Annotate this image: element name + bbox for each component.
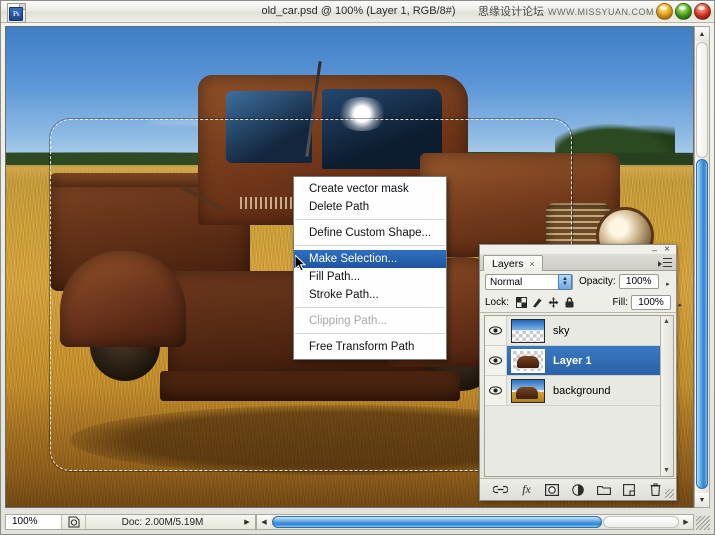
new-adjustment-layer-icon[interactable] [570, 483, 586, 497]
panel-minimize-button[interactable]: – [652, 246, 657, 254]
lock-label: Lock: [485, 297, 509, 308]
menu-item-define-custom-shape[interactable]: Define Custom Shape... [294, 224, 446, 242]
path-context-menu[interactable]: Create vector mask Delete Path Define Cu… [293, 176, 447, 360]
opacity-label: Opacity: [579, 276, 616, 287]
layer-thumbnail[interactable] [511, 379, 545, 403]
panel-tab-bar: Layers × [480, 254, 676, 271]
layers-list-scrollbar[interactable]: ▲ ▼ [660, 316, 673, 476]
photoshop-document-window: Ps old_car.psd @ 100% (Layer 1, RGB/8#) … [0, 0, 715, 535]
layer-thumbnail[interactable] [511, 349, 545, 373]
blend-mode-spinner-icon[interactable]: ▲▼ [558, 274, 572, 290]
title-bar[interactable]: Ps old_car.psd @ 100% (Layer 1, RGB/8#) … [1, 1, 715, 23]
window-resize-grip[interactable] [696, 516, 710, 530]
layers-list[interactable]: sky Layer 1 background ▲ ▼ [484, 315, 674, 477]
blend-opacity-row: Normal ▲▼ Opacity: 100% ▸ [480, 271, 676, 292]
menu-separator [295, 219, 445, 221]
layer-name[interactable]: background [553, 385, 611, 397]
blend-mode-value: Normal [490, 277, 522, 288]
window-controls [656, 2, 710, 22]
layers-panel[interactable]: – × Layers× Normal ▲▼ Opacity: 100% ▸ [479, 244, 677, 501]
tab-layers[interactable]: Layers × [483, 255, 543, 271]
document-preview-icon[interactable] [62, 515, 86, 529]
opacity-value: 100% [626, 276, 652, 287]
menu-item-create-vector-mask[interactable]: Create vector mask [294, 180, 446, 198]
opacity-slider-arrow-icon[interactable]: ▸ [666, 278, 670, 292]
running-board [160, 371, 460, 401]
mouse-cursor [295, 255, 307, 273]
scroll-right-icon[interactable]: ▶ [679, 515, 693, 529]
new-layer-icon[interactable] [621, 483, 637, 497]
layer-name[interactable]: Layer 1 [553, 355, 592, 367]
scroll-down-icon[interactable]: ▼ [695, 493, 709, 507]
scroll-left-icon[interactable]: ◀ [257, 515, 271, 529]
menu-item-stroke-path[interactable]: Stroke Path... [294, 286, 446, 304]
panel-menu-icon[interactable] [658, 258, 672, 269]
menu-separator [295, 307, 445, 309]
tab-layers-label: Layers [492, 258, 524, 270]
tab-close-icon[interactable]: × [530, 259, 535, 269]
eye-icon [489, 386, 502, 395]
panel-menu-triangle [658, 261, 662, 267]
layer-visibility-toggle[interactable] [485, 316, 507, 345]
zoom-level-input[interactable]: 100% [6, 515, 62, 529]
layer-thumbnail[interactable] [511, 319, 545, 343]
status-overflow-arrow-icon[interactable]: ▶ [239, 518, 255, 526]
vertical-scroll-track[interactable] [696, 42, 708, 158]
list-item[interactable]: Layer 1 [485, 346, 673, 376]
layer-visibility-toggle[interactable] [485, 346, 507, 375]
scroll-up-icon[interactable]: ▲ [663, 318, 670, 325]
fill-slider-arrow-icon[interactable]: ▸ [678, 299, 682, 313]
status-bar: 100% Doc: 2.00M/5.19M ▶ [5, 514, 256, 530]
blend-mode-dropdown[interactable]: Normal ▲▼ [485, 274, 573, 290]
vertical-scroll-thumb[interactable] [696, 159, 708, 489]
menu-item-fill-path[interactable]: Fill Path... [294, 268, 446, 286]
document-info: Doc: 2.00M/5.19M [86, 517, 239, 528]
horizontal-scroll-thumb[interactable] [272, 516, 602, 528]
list-item[interactable]: background [485, 376, 673, 406]
scroll-up-icon[interactable]: ▲ [695, 27, 709, 41]
fill-input[interactable]: 100% ▸ [631, 295, 671, 310]
menu-item-clipping-path: Clipping Path... [294, 312, 446, 330]
rear-window [226, 91, 312, 163]
add-layer-style-icon[interactable]: fx [519, 483, 535, 497]
layer-name[interactable]: sky [553, 325, 570, 337]
close-button[interactable] [694, 3, 711, 20]
watermark-url-text: WWW.MISSYUAN.COM [548, 7, 654, 17]
menu-item-free-transform-path[interactable]: Free Transform Path [294, 338, 446, 356]
menu-separator [295, 245, 445, 247]
lock-fill-row: Lock: Fill: 100% ▸ [480, 292, 676, 313]
layer-visibility-toggle[interactable] [485, 376, 507, 405]
minimize-button[interactable] [656, 3, 673, 20]
fill-label: Fill: [612, 297, 628, 308]
horizontal-scroll-track[interactable] [603, 516, 679, 528]
panel-resize-grip[interactable] [665, 489, 674, 498]
lock-position-icon[interactable] [548, 297, 559, 308]
delete-layer-icon[interactable] [647, 483, 663, 497]
menu-separator [295, 333, 445, 335]
new-group-icon[interactable] [596, 483, 612, 497]
watermark: 思缘设计论坛 WWW.MISSYUAN.COM [478, 4, 654, 20]
add-layer-mask-icon[interactable] [544, 483, 560, 497]
lock-all-icon[interactable] [564, 297, 575, 308]
eye-icon [489, 356, 502, 365]
menu-item-make-selection[interactable]: Make Selection... [294, 250, 446, 268]
menu-item-delete-path[interactable]: Delete Path [294, 198, 446, 216]
vertical-scrollbar[interactable]: ▲ ▼ [694, 26, 710, 508]
lock-transparency-icon[interactable] [516, 297, 527, 308]
eye-icon [489, 326, 502, 335]
lock-image-icon[interactable] [532, 297, 543, 308]
list-item[interactable]: sky [485, 316, 673, 346]
link-layers-icon[interactable] [493, 483, 509, 497]
layers-panel-toolbar: fx [480, 478, 676, 500]
watermark-cn-text: 思缘设计论坛 [478, 5, 544, 18]
lock-buttons [516, 297, 575, 308]
maximize-button[interactable] [675, 3, 692, 20]
panel-close-button[interactable]: × [664, 245, 670, 254]
windshield-glare [336, 97, 388, 131]
opacity-input[interactable]: 100% ▸ [619, 274, 659, 289]
fill-value: 100% [638, 297, 664, 308]
horizontal-scrollbar[interactable]: ◀ ▶ [256, 514, 694, 530]
scroll-down-icon[interactable]: ▼ [663, 467, 670, 474]
